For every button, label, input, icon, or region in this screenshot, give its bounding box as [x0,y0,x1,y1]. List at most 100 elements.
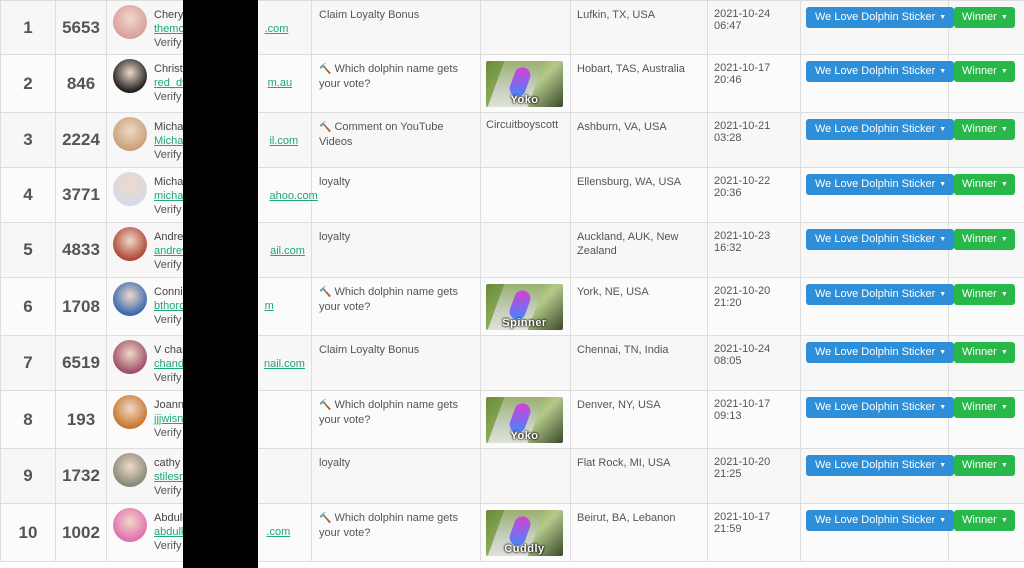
rank-cell: 2 [0,54,56,113]
avatar[interactable] [113,508,147,542]
winner-dropdown-button[interactable]: Winner ▼ [954,510,1015,531]
avatar[interactable] [113,227,147,261]
location-cell: Beirut, BA, Lebanon [570,503,708,562]
category-dropdown-button[interactable]: We Love Dolphin Sticker ▼ [806,342,955,363]
dolphin-thumbnail[interactable]: Cuddly [486,510,563,556]
media-cell: Yoko [480,390,571,449]
winner-dropdown-button[interactable]: Winner ▼ [954,455,1015,476]
location-cell: Denver, NY, USA [570,390,708,449]
avatar[interactable] [113,282,147,316]
media-cell [480,448,571,504]
category-dropdown-button[interactable]: We Love Dolphin Sticker ▼ [806,397,955,418]
location-cell: Hobart, TAS, Australia [570,54,708,113]
category-dropdown-button[interactable]: We Love Dolphin Sticker ▼ [806,284,955,305]
winner-dropdown-button[interactable]: Winner ▼ [954,7,1015,28]
category-cell: We Love Dolphin Sticker ▼ [800,54,955,113]
thumbnail-label: Cuddly [504,543,545,555]
redaction-block [183,0,258,568]
category-dropdown-button[interactable]: We Love Dolphin Sticker ▼ [806,510,955,531]
status-cell: Winner ▼ [948,167,1024,223]
date-cell: 2021-10-22 20:36 [707,167,801,223]
location-cell: Auckland, AUK, New Zealand [570,222,708,278]
action-text: Which dolphin name gets your vote? [319,512,458,539]
media-cell [480,0,571,55]
category-cell: We Love Dolphin Sticker ▼ [800,448,955,504]
media-cell: Circuitboyscott [480,112,571,168]
caret-down-icon: ▼ [939,517,947,524]
dolphin-thumbnail[interactable]: Yoko [486,397,563,443]
rank-cell: 10 [0,503,56,562]
date-cell: 2021-10-17 20:46 [707,54,801,113]
status-cell: Winner ▼ [948,503,1024,562]
winner-dropdown-button[interactable]: Winner ▼ [954,284,1015,305]
status-cell: Winner ▼ [948,54,1024,113]
status-cell: Winner ▼ [948,112,1024,168]
caret-down-icon: ▼ [939,462,947,469]
points-cell: 1708 [55,277,107,336]
dolphin-thumbnail[interactable]: Spinner [486,284,563,330]
points-cell: 2224 [55,112,107,168]
caret-down-icon: ▼ [1000,14,1008,21]
action-text: Which dolphin name gets your vote? [319,286,458,313]
caret-down-icon: ▼ [1000,68,1008,75]
category-dropdown-button[interactable]: We Love Dolphin Sticker ▼ [806,174,955,195]
caret-down-icon: ▼ [1000,349,1008,356]
date-cell: 2021-10-21 03:28 [707,112,801,168]
action-text: loyalty [319,231,351,243]
table-row: 8 193 Joanne jjjwisn Verify a 🔨 Which dol… [0,390,1024,449]
winner-dropdown-button[interactable]: Winner ▼ [954,174,1015,195]
avatar[interactable] [113,117,147,151]
winner-dropdown-button[interactable]: Winner ▼ [954,61,1015,82]
category-dropdown-button[interactable]: We Love Dolphin Sticker ▼ [806,455,955,476]
date-cell: 2021-10-20 21:25 [707,448,801,504]
status-cell: Winner ▼ [948,277,1024,336]
caret-down-icon: ▼ [1000,462,1008,469]
category-dropdown-button[interactable]: We Love Dolphin Sticker ▼ [806,7,955,28]
date-cell: 2021-10-24 08:05 [707,335,801,391]
media-cell: Cuddly [480,503,571,562]
avatar[interactable] [113,453,147,487]
wand-icon: 🔨 [319,287,332,298]
location-cell: Chennai, TN, India [570,335,708,391]
media-cell [480,167,571,223]
action-text: loyalty [319,176,351,188]
category-dropdown-button[interactable]: We Love Dolphin Sticker ▼ [806,119,955,140]
avatar[interactable] [113,5,147,39]
table-row: 3 2224 Michae Michae il.com Verify a 🔨 Com… [0,112,1024,168]
action-cell: Claim Loyalty Bonus [311,0,481,55]
rank-cell: 3 [0,112,56,168]
table-row: 10 1002 Abdulk abdulk .com Verify a 🔨 Whic… [0,503,1024,562]
rank-cell: 8 [0,390,56,449]
location-cell: Ashburn, VA, USA [570,112,708,168]
avatar[interactable] [113,395,147,429]
winner-dropdown-button[interactable]: Winner ▼ [954,342,1015,363]
avatar[interactable] [113,59,147,93]
location-cell: Lufkin, TX, USA [570,0,708,55]
wand-icon: 🔨 [319,513,332,524]
caret-down-icon: ▼ [939,291,947,298]
action-cell: 🔨 Which dolphin name gets your vote? [311,277,481,336]
caret-down-icon: ▼ [939,404,947,411]
thumbnail-label: Yoko [510,94,539,106]
category-dropdown-button[interactable]: We Love Dolphin Sticker ▼ [806,61,955,82]
dolphin-thumbnail[interactable]: Yoko [486,61,563,107]
winner-dropdown-button[interactable]: Winner ▼ [954,397,1015,418]
media-text: Circuitboyscott [486,119,559,131]
winner-dropdown-button[interactable]: Winner ▼ [954,119,1015,140]
media-cell [480,335,571,391]
category-dropdown-button[interactable]: We Love Dolphin Sticker ▼ [806,229,955,250]
winner-dropdown-button[interactable]: Winner ▼ [954,229,1015,250]
table-row: 4 3771 Michae michae ahoo.com Verify a lo… [0,167,1024,223]
caret-down-icon: ▼ [1000,181,1008,188]
action-cell: 🔨 Which dolphin name gets your vote? [311,390,481,449]
entries-table: 1 5653 Cheryl themo .com Verify a Claim L… [0,0,1024,562]
table-row: 5 4833 Andrew andrew ail.com Verify a loy… [0,222,1024,278]
media-cell: Spinner [480,277,571,336]
avatar[interactable] [113,340,147,374]
rank-cell: 4 [0,167,56,223]
status-cell: Winner ▼ [948,390,1024,449]
action-cell: loyalty [311,448,481,504]
location-cell: Ellensburg, WA, USA [570,167,708,223]
media-cell [480,222,571,278]
avatar[interactable] [113,172,147,206]
